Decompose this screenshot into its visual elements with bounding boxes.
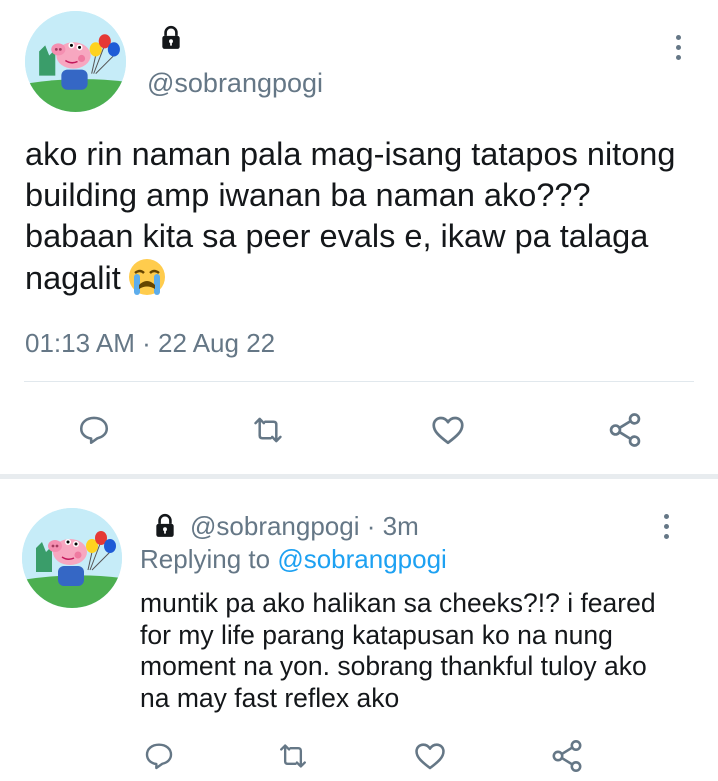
like-icon[interactable] xyxy=(412,739,448,778)
tweet-timestamp: 01:13 AM · 22 Aug 22 xyxy=(25,328,276,358)
like-icon[interactable] xyxy=(429,412,467,453)
user-handle[interactable]: @sobrangpogi xyxy=(190,511,360,541)
replying-to-link[interactable]: @sobrangpogi xyxy=(277,544,447,574)
share-icon[interactable] xyxy=(606,410,644,455)
lock-icon xyxy=(152,513,178,544)
replying-to: Replying to @sobrangpogi xyxy=(140,544,447,574)
more-options-button[interactable] xyxy=(660,514,672,539)
relative-time: 3m xyxy=(382,511,419,541)
loudly-crying-face-icon xyxy=(127,257,167,307)
avatar[interactable] xyxy=(25,11,126,112)
retweet-icon[interactable] xyxy=(250,413,286,452)
reply-icon[interactable] xyxy=(143,740,175,777)
share-icon[interactable] xyxy=(549,737,585,780)
user-handle[interactable]: @sobrangpogi xyxy=(147,68,323,99)
tweet-text: muntik pa ako halikan sa cheeks?!? i fea… xyxy=(140,588,656,713)
reply-icon[interactable] xyxy=(77,413,111,452)
tweet-text: ako rin naman pala mag-isang tatapos nit… xyxy=(25,134,685,307)
avatar[interactable] xyxy=(22,508,122,608)
reply-header: @sobrangpogi · 3m xyxy=(190,511,419,541)
section-separator xyxy=(0,474,718,479)
retweet-icon[interactable] xyxy=(276,740,310,777)
lock-icon xyxy=(158,25,184,56)
more-options-button[interactable] xyxy=(672,35,684,60)
divider xyxy=(24,381,694,382)
